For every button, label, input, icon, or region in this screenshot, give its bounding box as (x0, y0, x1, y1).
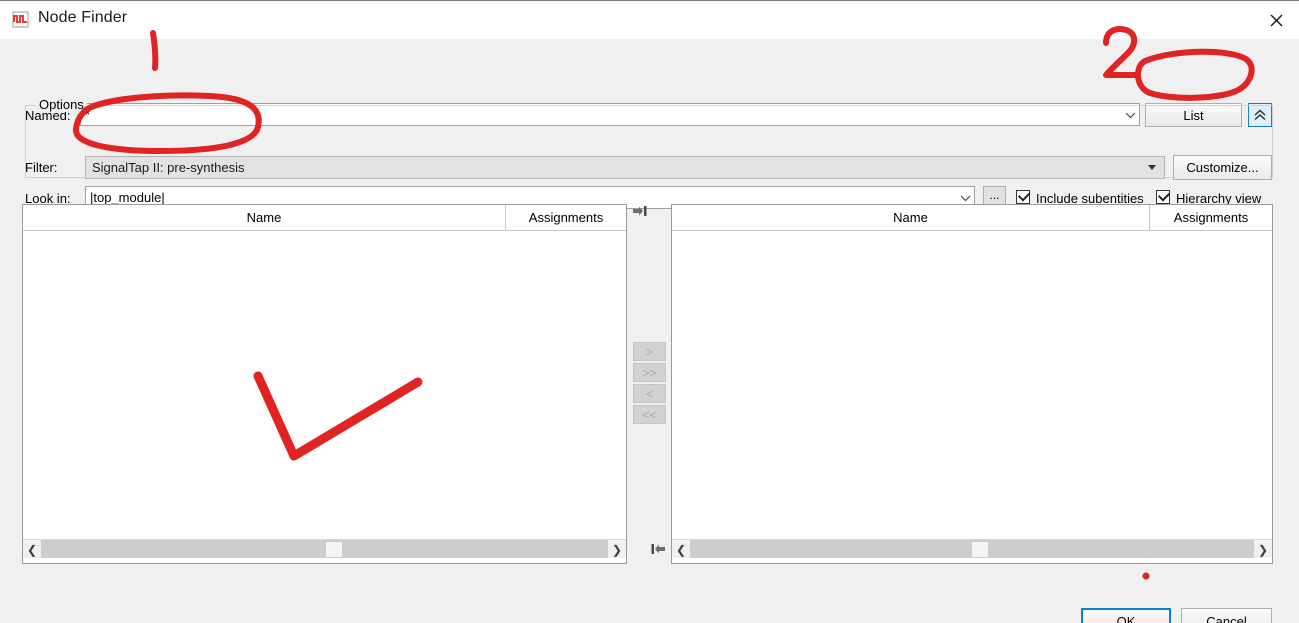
selected-nodes-hscrollbar[interactable]: ❮ ❯ (672, 539, 1272, 558)
add-all-nodes-button[interactable]: >> (633, 363, 666, 382)
filter-label: Filter: (25, 160, 58, 175)
dialog-body: Named: * List Options Filter: SignalTap … (0, 39, 1299, 623)
collapse-right-panel-icon[interactable] (651, 543, 665, 558)
scroll-right-arrow-icon[interactable]: ❯ (608, 540, 626, 559)
nodes-found-hscrollbar[interactable]: ❮ ❯ (23, 539, 626, 558)
waveform-icon (12, 11, 30, 28)
column-header-name-label: Name (246, 210, 282, 225)
check-icon (1017, 189, 1031, 202)
selected-nodes-list[interactable]: Name Assignments (671, 204, 1273, 564)
column-header-name[interactable]: Name (672, 205, 1149, 231)
hierarchy-view-checkbox[interactable] (1156, 189, 1171, 204)
column-header-assignments[interactable]: Assignments (1149, 205, 1272, 231)
expand-left-panel-icon[interactable] (633, 205, 647, 220)
check-icon (1157, 189, 1171, 202)
add-node-button[interactable]: > (633, 342, 666, 361)
hscroll-thumb[interactable] (326, 542, 342, 557)
remove-node-button[interactable]: < (633, 384, 666, 403)
sort-chevron-down-icon (259, 206, 269, 212)
remove-all-nodes-button[interactable]: << (633, 405, 666, 424)
cancel-button[interactable]: Cancel (1181, 608, 1272, 623)
title-bar: Node Finder (0, 1, 1299, 39)
close-icon[interactable] (1253, 1, 1299, 39)
hscroll-thumb[interactable] (972, 542, 988, 557)
column-header-assignments[interactable]: Assignments (505, 205, 626, 231)
window-title: Node Finder (38, 9, 128, 26)
filter-selected-value: SignalTap II: pre-synthesis (92, 160, 245, 175)
filter-chevron-down-icon (1148, 165, 1156, 170)
ok-button-label: OK (1116, 613, 1136, 623)
filter-select[interactable]: SignalTap II: pre-synthesis (85, 156, 1165, 179)
column-header-name-label: Name (893, 210, 928, 225)
column-header-assignments-label: Assignments (528, 210, 604, 225)
options-legend-label: Options (36, 97, 87, 112)
scroll-right-arrow-icon[interactable]: ❯ (1254, 540, 1272, 559)
hscroll-track[interactable] (41, 540, 608, 558)
column-header-name[interactable]: Name (23, 205, 505, 231)
hscroll-track[interactable] (690, 540, 1254, 558)
include-subentities-checkbox[interactable] (1016, 189, 1031, 204)
sort-chevron-down-icon (906, 206, 916, 212)
column-header-assignments-label: Assignments (1173, 210, 1249, 225)
ok-button[interactable]: OK (1081, 608, 1171, 623)
scroll-left-arrow-icon[interactable]: ❮ (672, 540, 690, 559)
node-finder-dialog: Node Finder Named: * List Options Filter… (0, 0, 1299, 623)
nodes-found-list[interactable]: Name Assignments (22, 204, 627, 564)
customize-button[interactable]: Customize... (1173, 155, 1272, 180)
scroll-left-arrow-icon[interactable]: ❮ (23, 540, 41, 559)
